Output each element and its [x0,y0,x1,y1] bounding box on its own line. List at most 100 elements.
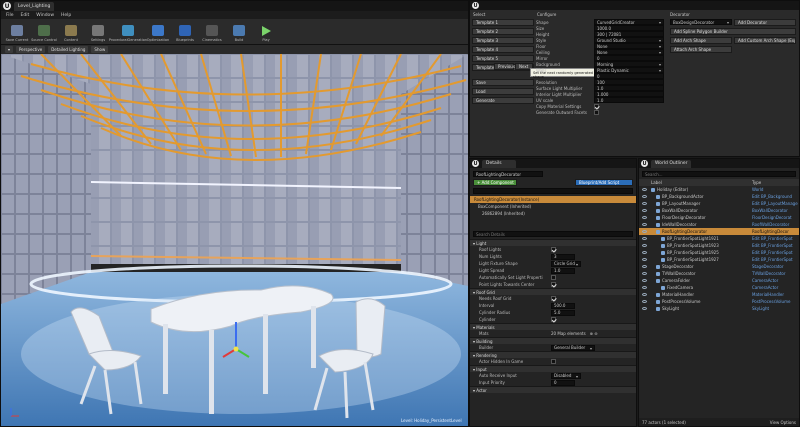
outliner-row[interactable]: SkyLight SkyLight [639,305,799,312]
visibility-eye-icon[interactable] [642,265,647,268]
outliner-row[interactable]: RoofLightingDecorator RoofLightingDecor [639,228,799,235]
needs-roof-grid-checkbox[interactable] [551,296,556,301]
add-spline-polygon-button[interactable]: Add Spline Polygon Builder [670,28,796,35]
level-tab[interactable]: Level_Lighting [14,1,55,11]
outliner-row-type[interactable]: TVWallDecorator [752,271,786,276]
menu-edit[interactable]: Edit [21,13,30,18]
outliner-row[interactable]: StageDecorator StageDecorator [639,263,799,270]
outliner-row-type[interactable]: Edit BP_Background [752,194,792,199]
rendering-section-header[interactable]: ▾ Rendering [470,351,636,358]
input-section-header[interactable]: ▾ Input [470,365,636,372]
viewport-options-button[interactable]: ▾ [5,46,14,53]
menu-window[interactable]: Window [36,13,54,18]
add-custom-arch-button[interactable]: Add Custom Arch Shape (Experimen...) [734,37,796,44]
outliner-row[interactable]: BP_LayoutManager Edit BP_LayoutManage [639,200,799,207]
template-button-1[interactable]: Template 1 [472,19,534,26]
perspective-button[interactable]: Perspective [16,46,46,53]
outliner-row-type[interactable]: RoofWallDecorator [752,222,789,227]
outliner-row[interactable]: MaterialHandler MaterialHandler [639,291,799,298]
uv-scale-field[interactable]: 1.0 [594,97,664,103]
visibility-eye-icon[interactable] [642,202,647,205]
outliner-row-type[interactable]: MaterialHandler [752,292,784,297]
outliner-row[interactable]: Holiday (Editor) World [639,186,799,193]
outliner-row-type[interactable]: Edit BP_FrontierSpot [752,257,793,262]
outliner-row[interactable]: PostProcessVolume PostProcessVolume [639,298,799,305]
outliner-row-type[interactable]: SkyLight [752,306,769,311]
component-item[interactable]: 26862894 (Inherited) [470,210,636,217]
outliner-row[interactable]: FixedCamera CameraActor [639,284,799,291]
show-button[interactable]: Show [91,46,109,53]
input-priority-field[interactable]: 0 [551,379,575,386]
auto-receive-input-dropdown[interactable]: Disabled [551,372,581,379]
build-button[interactable]: Build [226,20,252,42]
auto-light-props-checkbox[interactable] [551,275,556,280]
outliner-row[interactable]: BP_FrontierSpotLight1923 Edit BP_Frontier… [639,242,799,249]
outliner-row-type[interactable]: PostProcessVolume [752,299,790,304]
outliner-row[interactable]: BP_FrontierSpotLight1921 Edit BP_Frontier… [639,235,799,242]
building-section-header[interactable]: ▾ Building [470,337,636,344]
add-element-icon[interactable]: ⊕ ⊖ [590,331,598,336]
decorator-dropdown[interactable]: BoxDesignDecorator [670,19,732,25]
point-lights-center-checkbox[interactable] [551,282,556,287]
num-lights-field[interactable]: 3 [551,253,575,260]
visibility-eye-icon[interactable] [642,244,647,247]
cinematics-button[interactable]: Cinematics [199,20,225,42]
add-decorator-button[interactable]: Add Decorator [734,19,796,26]
visibility-eye-icon[interactable] [642,293,647,296]
details-search-input[interactable]: Search Details [473,231,633,237]
actor-section-header[interactable]: ▾ Actor [470,386,636,393]
visibility-eye-icon[interactable] [642,223,647,226]
visibility-eye-icon[interactable] [642,279,647,282]
builder-dropdown[interactable]: General Builder [551,344,595,351]
outliner-row[interactable]: IdeWallDecorator RoofWallDecorator [639,221,799,228]
visibility-eye-icon[interactable] [642,216,647,219]
visibility-eye-icon[interactable] [642,258,647,261]
outliner-row-type[interactable]: BoxWallDecorator [752,208,788,213]
source-control-button[interactable]: Source Control [31,20,57,42]
type-column-header[interactable]: Type [752,180,761,185]
outliner-row-type[interactable]: RoofLightingDecor [752,229,789,234]
fixture-shape-dropdown[interactable]: Circle Grid [551,260,581,267]
lighting-mode-button[interactable]: Detailed Lighting [48,46,89,53]
roof-lights-checkbox[interactable] [551,247,556,252]
outliner-row[interactable]: CameraFolder CameraActor [639,277,799,284]
visibility-eye-icon[interactable] [642,230,647,233]
outliner-row-type[interactable]: Edit BP_FrontierSpot [752,243,793,248]
menu-help[interactable]: Help [61,13,71,18]
save-button[interactable]: Save [472,79,534,86]
save-current-button[interactable]: Save Current [4,20,30,42]
light-section-header[interactable]: ▾ Light [470,239,636,246]
blueprint-script-button[interactable]: Blueprint/Add Script [575,179,633,186]
menu-file[interactable]: File [6,13,14,18]
play-button[interactable]: Play [253,20,279,42]
outliner-row-type[interactable]: Edit BP_LayoutManage [752,201,798,206]
add-component-button[interactable]: + Add Component [473,179,517,186]
outliner-row-type[interactable]: Edit BP_FrontierSpot [752,236,793,241]
template-button-5[interactable]: Template 5 [472,55,534,62]
template-button-4[interactable]: Template 4 [472,46,534,53]
outliner-search-input[interactable]: Search... [642,171,796,177]
outliner-row-type[interactable]: CameraActor [752,278,778,283]
procedural-generation-button[interactable]: ProceduralGeneration [109,20,147,42]
outliner-row-type[interactable]: CameraActor [752,285,778,290]
template-button-2[interactable]: Template 2 [472,28,534,35]
visibility-eye-icon[interactable] [642,188,647,191]
blueprints-button[interactable]: Blueprints [172,20,198,42]
visibility-eye-icon[interactable] [642,209,647,212]
light-spread-field[interactable]: 1.0 [551,267,575,274]
visibility-eye-icon[interactable] [642,195,647,198]
component-item[interactable]: BoxComponent (Inherited) [470,203,636,210]
visibility-eye-icon[interactable] [642,251,647,254]
cylinder-radius-field[interactable]: 5.0 [551,309,575,316]
attach-arch-shape-button[interactable]: Attach Arch Shape [670,46,732,53]
component-search[interactable] [473,188,633,194]
load-button[interactable]: Load [472,88,534,95]
outliner-row[interactable]: BP_FrontierSpotLight1925 Edit BP_Frontier… [639,249,799,256]
outliner-row[interactable]: FloorDesignDecorator FloorDesignDecorat [639,214,799,221]
visibility-eye-icon[interactable] [642,272,647,275]
roof-grid-section-header[interactable]: ▾ Roof Grid [470,288,636,295]
outliner-tab[interactable]: World Outliner [651,159,692,168]
add-arch-shape-button[interactable]: Add Arch Shape [670,37,732,44]
level-viewport[interactable]: Level: Holiday_PersistentLevel [1,54,468,426]
content-button[interactable]: Content [58,20,84,42]
